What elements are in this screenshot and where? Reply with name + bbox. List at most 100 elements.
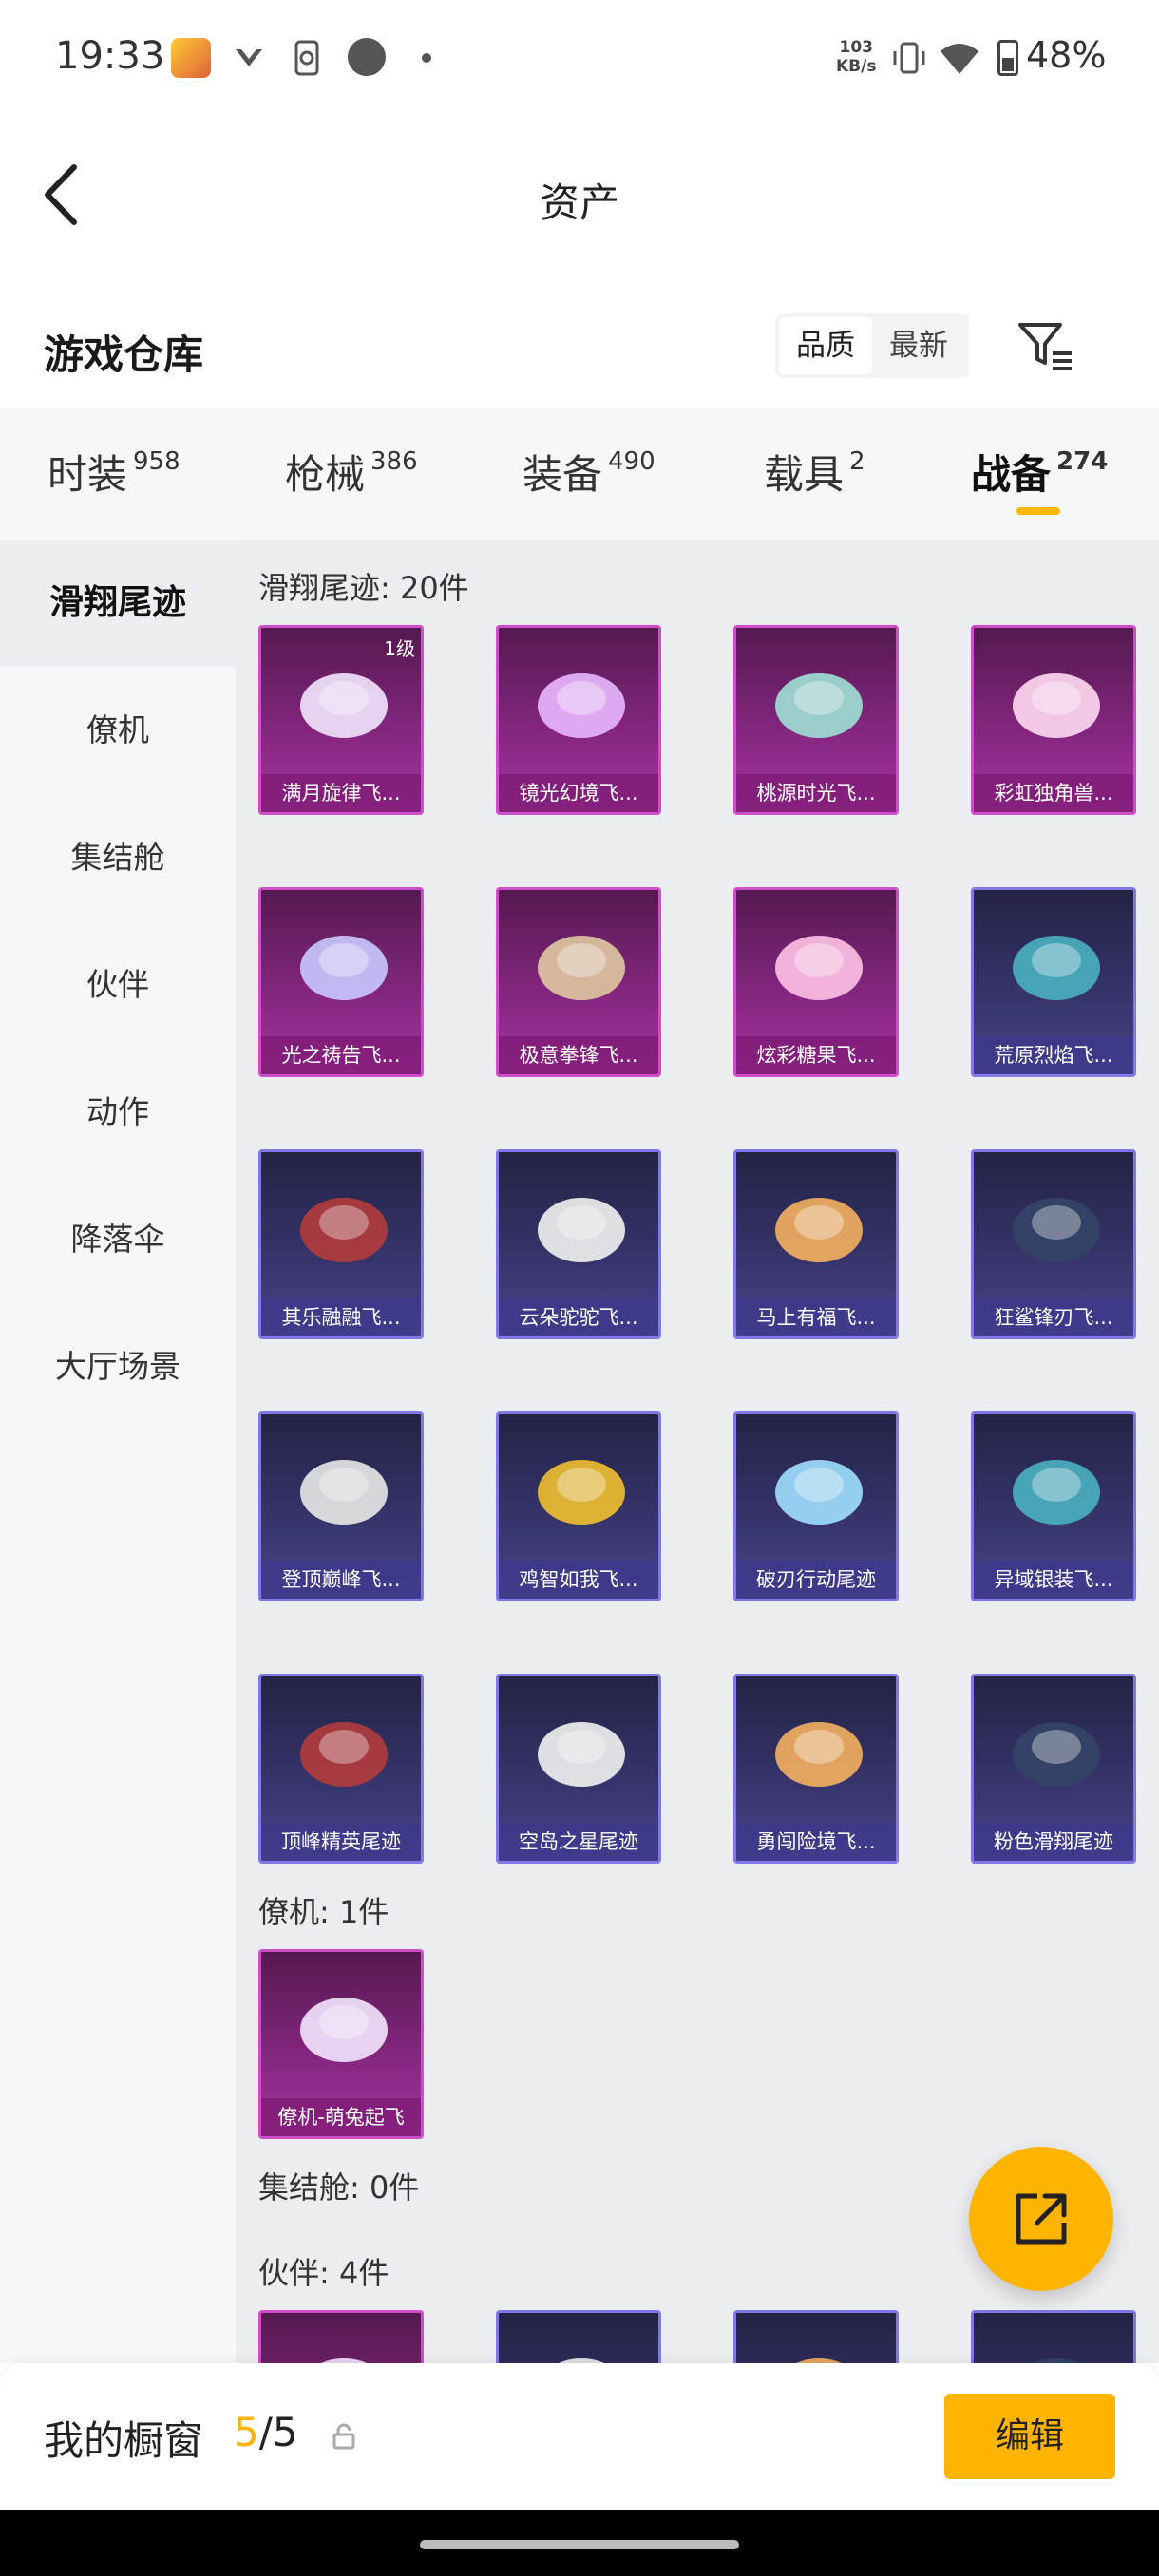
sidebar-item-glide-trails[interactable]: 滑翔尾迹: [0, 540, 236, 667]
edit-showcase-button[interactable]: 编辑: [944, 2394, 1115, 2479]
tab-label: 战备: [971, 451, 1052, 498]
item-name: 云朵驼驼飞...: [499, 1298, 658, 1336]
tab-label: 装备: [522, 451, 603, 498]
item-card[interactable]: 僚机-萌兔起飞: [258, 1949, 424, 2139]
item-card[interactable]: 荒原烈焰飞...: [971, 887, 1136, 1077]
tab-label: 载具: [764, 451, 845, 498]
tab-count: 386: [370, 447, 418, 476]
item-name: 破刃行动尾迹: [736, 1561, 896, 1599]
item-art-icon: [775, 673, 863, 738]
app-notification-icon: [171, 38, 211, 78]
item-card[interactable]: 狂鲨锋刃飞...: [971, 1149, 1136, 1339]
page-title: 资产: [539, 180, 619, 226]
filter-button[interactable]: [1015, 315, 1075, 376]
category-tabs: 时装 958 枪械 386 装备 490 载具 2 战备 274: [0, 408, 1159, 540]
item-card[interactable]: 勇闯险境飞...: [733, 1674, 899, 1864]
showcase-total: 5: [272, 2409, 298, 2455]
filter-icon: [1018, 323, 1072, 370]
showcase-separator: /: [258, 2409, 273, 2455]
sort-toggle: 品质 最新: [775, 313, 969, 378]
tab-fashion[interactable]: 时装 958: [48, 443, 180, 501]
network-speed-unit: KB/s: [836, 57, 877, 76]
item-card[interactable]: 桃源时光飞...: [733, 625, 899, 815]
item-card[interactable]: 粉色滑翔尾迹: [971, 1674, 1136, 1864]
sidebar-item-assembly-pod[interactable]: 集结舱: [0, 794, 236, 921]
item-name: 勇闯险境飞...: [736, 1823, 896, 1861]
home-gesture-handle[interactable]: [420, 2540, 739, 2549]
item-card[interactable]: 镜光幻境飞...: [496, 625, 661, 815]
item-card[interactable]: 极意拳锋飞...: [496, 887, 661, 1077]
item-name: 其乐融融飞...: [261, 1298, 421, 1336]
item-card[interactable]: 彩虹独角兽...: [971, 625, 1136, 815]
vibrate-icon: [889, 38, 929, 78]
tab-count: 958: [133, 447, 180, 476]
item-art-icon: [300, 1998, 388, 2062]
sort-quality-button[interactable]: 品质: [779, 317, 872, 374]
item-card[interactable]: [258, 2310, 424, 2363]
item-art-icon: [538, 1460, 625, 1525]
item-card[interactable]: [733, 2310, 899, 2363]
item-card[interactable]: 登顶巅峰飞...: [258, 1411, 424, 1601]
item-card[interactable]: 其乐融融飞...: [258, 1149, 424, 1339]
item-name: 彩虹独角兽...: [974, 774, 1133, 812]
item-art-icon: [796, 2358, 842, 2363]
sidebar-item-lobby-scene[interactable]: 大厅场景: [0, 1303, 236, 1430]
item-art-icon: [300, 673, 388, 738]
item-card[interactable]: 顶峰精英尾迹: [258, 1674, 424, 1864]
share-fab-button[interactable]: [969, 2147, 1113, 2291]
showcase-bar: 我的橱窗 5/5 编辑: [0, 2363, 1159, 2510]
record-dot-icon: [348, 38, 386, 76]
status-time: 19:33: [55, 34, 165, 78]
item-art-icon: [775, 936, 863, 1000]
item-art-icon: [300, 1722, 388, 1787]
item-card[interactable]: 鸡智如我飞...: [496, 1411, 661, 1601]
tab-firearms[interactable]: 枪械 386: [285, 443, 418, 501]
item-name: 桃源时光飞...: [736, 774, 896, 812]
item-card[interactable]: [971, 2310, 1136, 2363]
item-art-icon: [300, 1198, 388, 1262]
item-name: 僚机-萌兔起飞: [261, 2098, 421, 2136]
item-art-icon: [321, 2358, 367, 2363]
item-card[interactable]: 炫彩糖果飞...: [733, 887, 899, 1077]
item-art-icon: [300, 1460, 388, 1525]
item-name: 光之祷告飞...: [261, 1036, 421, 1074]
item-card[interactable]: [496, 2310, 661, 2363]
subcategory-sidebar: 滑翔尾迹 僚机 集结舱 伙伴 动作 降落伞 大厅场景: [0, 540, 236, 2363]
section-label-partners: 伙伴: 4件: [258, 2255, 390, 2291]
item-name: 顶峰精英尾迹: [261, 1823, 421, 1861]
item-card[interactable]: 1级 满月旋律飞...: [258, 625, 424, 815]
item-art-icon: [775, 1198, 863, 1262]
item-card[interactable]: 破刃行动尾迹: [733, 1411, 899, 1601]
section-label-wingman: 僚机: 1件: [258, 1894, 390, 1930]
item-card[interactable]: 云朵驼驼飞...: [496, 1149, 661, 1339]
battery-level: 48%: [1026, 34, 1107, 76]
item-art-icon: [300, 936, 388, 1000]
item-art-icon: [538, 673, 625, 738]
sidebar-item-wingman[interactable]: 僚机: [0, 667, 236, 794]
tab-vehicles[interactable]: 载具 2: [764, 443, 865, 501]
tab-combat-prep[interactable]: 战备 274: [971, 443, 1108, 501]
showcase-count: 5/5: [234, 2409, 298, 2455]
sort-newest-button[interactable]: 最新: [872, 317, 965, 374]
sidebar-item-emotes[interactable]: 动作: [0, 1049, 236, 1176]
sidebar-item-parachute[interactable]: 降落伞: [0, 1176, 236, 1303]
item-card[interactable]: 异域银装飞...: [971, 1411, 1136, 1601]
tab-label: 枪械: [285, 451, 366, 498]
item-art-icon: [538, 1722, 625, 1787]
item-art-icon: [538, 936, 625, 1000]
item-card[interactable]: 马上有福飞...: [733, 1149, 899, 1339]
network-speed: 103 KB/s: [836, 38, 876, 76]
item-art-icon: [775, 1460, 863, 1525]
phone-sync-icon: [291, 38, 323, 78]
sidebar-item-partners[interactable]: 伙伴: [0, 921, 236, 1049]
item-card[interactable]: 光之祷告飞...: [258, 887, 424, 1077]
item-name: 登顶巅峰飞...: [261, 1561, 421, 1599]
status-bar: 19:33 103 KB/s 48%: [0, 0, 1159, 114]
network-speed-value: 103: [839, 38, 873, 57]
tab-equipment[interactable]: 装备 490: [522, 443, 656, 501]
item-name: 满月旋律飞...: [261, 774, 421, 812]
tab-count: 490: [608, 447, 656, 476]
tab-label: 时装: [48, 451, 128, 498]
item-name: 狂鲨锋刃飞...: [974, 1298, 1133, 1336]
item-card[interactable]: 空岛之星尾迹: [496, 1674, 661, 1864]
